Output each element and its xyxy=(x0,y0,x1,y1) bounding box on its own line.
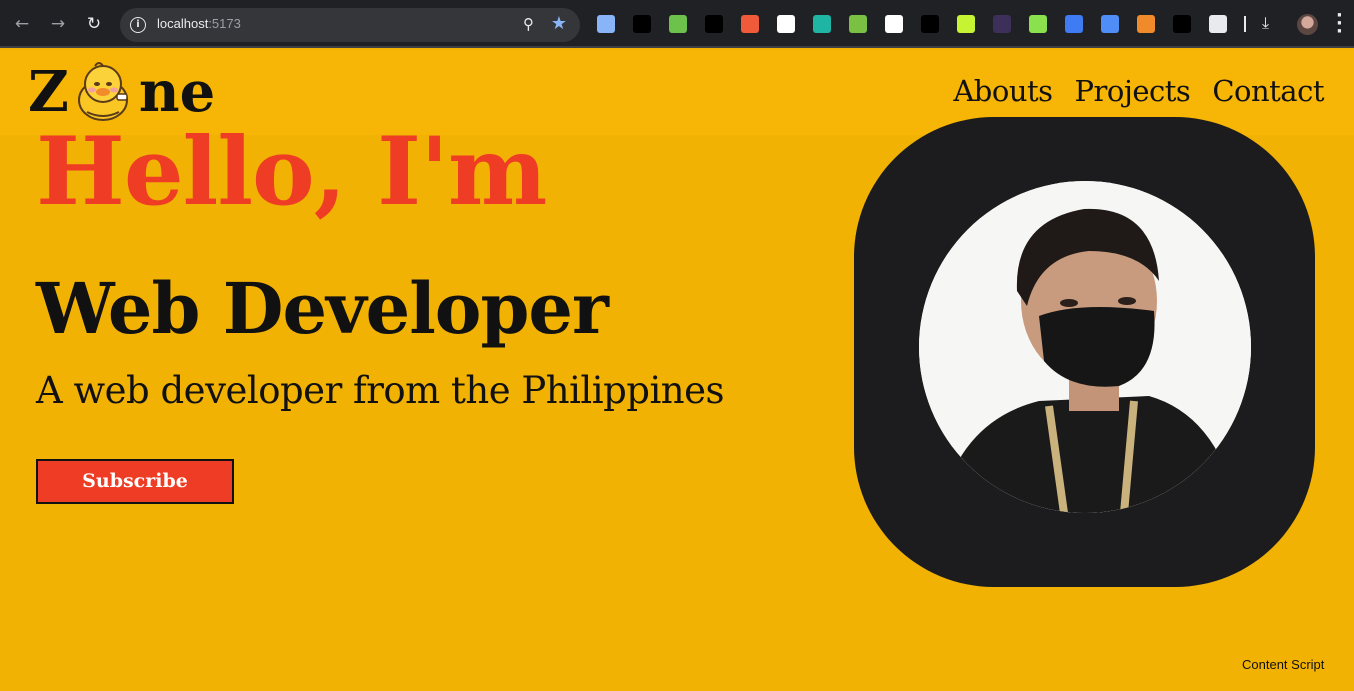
asterisk-icon[interactable] xyxy=(1173,15,1191,33)
subscribe-button[interactable]: Subscribe xyxy=(36,459,234,504)
url-text: localhost:5173 xyxy=(157,16,241,31)
spark-icon[interactable] xyxy=(993,15,1011,33)
s-icon[interactable] xyxy=(1101,15,1119,33)
url-port: :5173 xyxy=(208,16,241,31)
orange-icon[interactable] xyxy=(1137,15,1155,33)
docs-icon[interactable] xyxy=(597,15,615,33)
chart-icon[interactable] xyxy=(669,15,687,33)
cross-icon[interactable] xyxy=(1029,15,1047,33)
profile-photo xyxy=(919,181,1251,513)
browser-chrome: ← → ↻ i localhost:5173 ⚲ ★ ⤓ · · · xyxy=(0,0,1354,48)
download-icon[interactable]: ⤓ xyxy=(1262,13,1269,33)
seventy-seven-icon[interactable] xyxy=(957,15,975,33)
a-icon[interactable] xyxy=(633,15,651,33)
hero-role: Web Developer xyxy=(36,267,609,350)
hex-icon[interactable] xyxy=(849,15,867,33)
grid-icon[interactable] xyxy=(885,15,903,33)
person-portrait-icon xyxy=(919,181,1251,513)
wave-icon[interactable] xyxy=(741,15,759,33)
profile-avatar[interactable] xyxy=(1297,14,1318,35)
main-nav: Abouts Projects Contact xyxy=(953,74,1324,108)
puzzle-icon[interactable] xyxy=(1209,15,1227,33)
xtools-icon[interactable] xyxy=(1065,15,1083,33)
hero-greeting: Hello, I'm xyxy=(36,117,547,227)
logo-letter-z: Z xyxy=(28,59,69,125)
back-icon[interactable]: ← xyxy=(10,12,34,36)
logo-letters-ne: ne xyxy=(138,59,216,125)
bookmark-star-icon[interactable]: ★ xyxy=(551,13,567,34)
reload-icon[interactable]: ↻ xyxy=(82,12,106,36)
duck-mascot-icon xyxy=(77,62,128,121)
graph-icon[interactable] xyxy=(777,15,795,33)
forward-icon[interactable]: → xyxy=(46,12,70,36)
nav-link-abouts[interactable]: Abouts xyxy=(953,74,1053,108)
dots-icon[interactable] xyxy=(921,15,939,33)
bird-icon[interactable] xyxy=(813,15,831,33)
nav-link-contact[interactable]: Contact xyxy=(1212,74,1324,108)
zoom-icon[interactable]: ⚲ xyxy=(523,15,534,33)
content-script-label: Content Script xyxy=(1242,657,1325,672)
url-host: localhost xyxy=(157,16,209,31)
nav-link-projects[interactable]: Projects xyxy=(1075,74,1191,108)
browser-menu-icon[interactable]: · · · xyxy=(1336,7,1343,41)
site-info-icon[interactable]: i xyxy=(130,17,146,33)
site-logo[interactable]: Z ne xyxy=(28,59,216,125)
toolbar-divider xyxy=(1244,16,1246,32)
wand-icon[interactable] xyxy=(705,15,723,33)
address-bar[interactable]: i localhost:5173 ⚲ ★ xyxy=(120,8,580,42)
hero-tagline: A web developer from the Philippines xyxy=(36,369,725,412)
